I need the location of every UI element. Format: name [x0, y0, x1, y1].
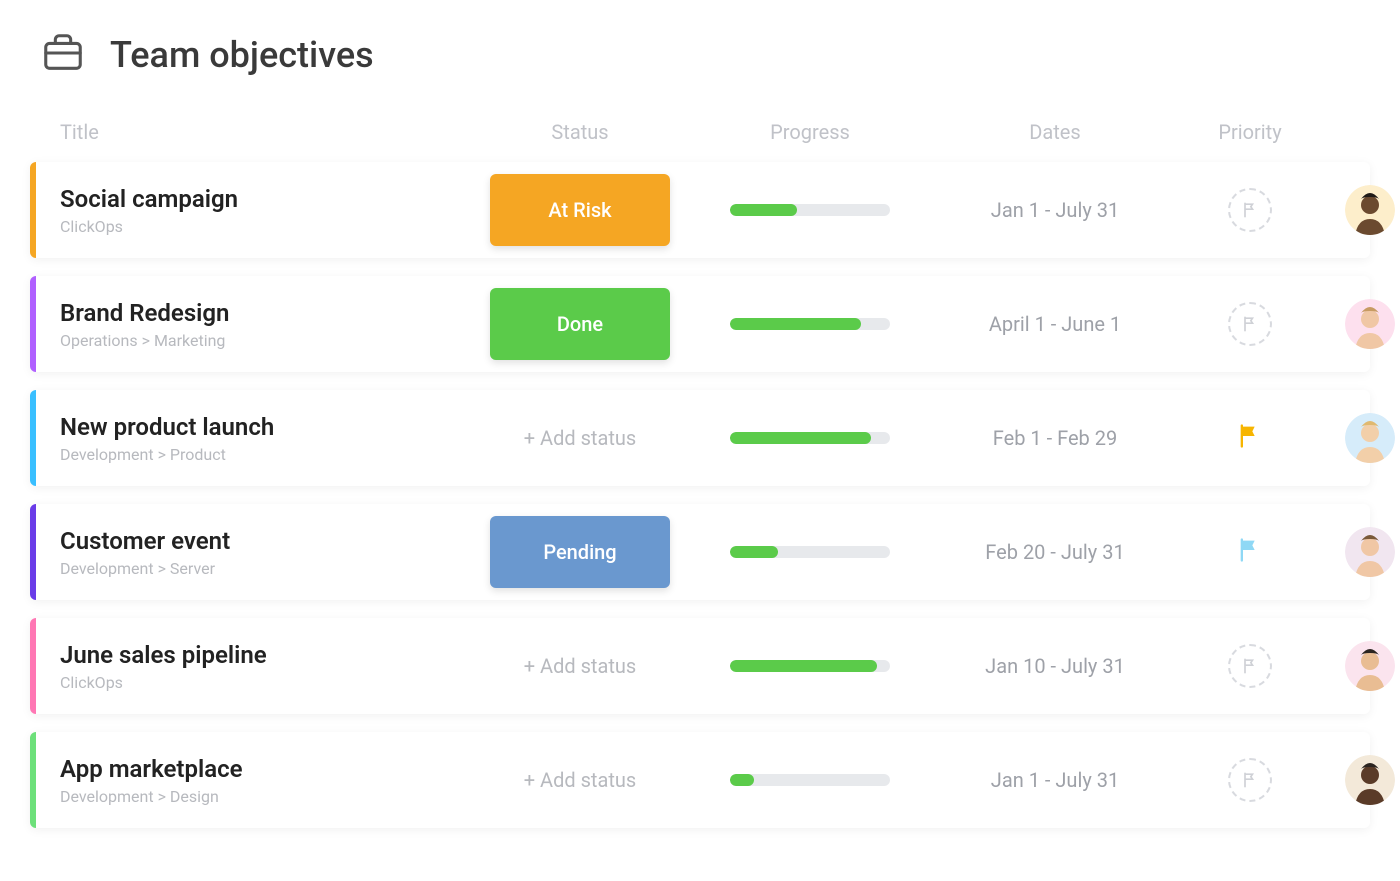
add-status-button[interactable]: + Add status: [524, 426, 637, 450]
avatar[interactable]: [1345, 185, 1395, 235]
status-badge[interactable]: Done: [490, 288, 670, 360]
progress-fill: [730, 774, 754, 786]
title-cell[interactable]: Social campaign ClickOps: [60, 185, 460, 236]
briefcase-icon: [40, 30, 86, 80]
objective-title: Social campaign: [60, 185, 460, 213]
status-cell[interactable]: + Add status: [480, 654, 680, 678]
objective-title: App marketplace: [60, 755, 460, 783]
assignee-cell[interactable]: [1330, 527, 1400, 577]
dates-cell[interactable]: Jan 1 - July 31: [940, 198, 1170, 222]
dates-cell[interactable]: Jan 10 - July 31: [940, 654, 1170, 678]
priority-cell[interactable]: [1190, 188, 1310, 232]
objective-subtitle: Development > Design: [60, 787, 460, 806]
assignee-cell[interactable]: [1330, 185, 1400, 235]
progress-cell[interactable]: [700, 774, 920, 786]
avatar[interactable]: [1345, 641, 1395, 691]
objective-title: June sales pipeline: [60, 641, 460, 669]
col-priority: Priority: [1190, 120, 1310, 144]
progress-cell[interactable]: [700, 318, 920, 330]
assignee-cell[interactable]: [1330, 299, 1400, 349]
priority-flag-icon[interactable]: [1236, 422, 1264, 454]
status-badge[interactable]: At Risk: [490, 174, 670, 246]
objective-row[interactable]: June sales pipeline ClickOps + Add status J…: [30, 618, 1370, 714]
objective-title: Brand Redesign: [60, 299, 460, 327]
progress-bar: [730, 204, 890, 216]
priority-cell[interactable]: [1190, 758, 1310, 802]
objective-row[interactable]: Brand Redesign Operations > Marketing Done…: [30, 276, 1370, 372]
avatar[interactable]: [1345, 413, 1395, 463]
add-status-button[interactable]: + Add status: [524, 768, 637, 792]
progress-bar: [730, 432, 890, 444]
columns-header: Title Status Progress Dates Priority: [30, 120, 1370, 162]
objective-subtitle: Operations > Marketing: [60, 331, 460, 350]
progress-fill: [730, 432, 871, 444]
progress-fill: [730, 318, 861, 330]
objective-subtitle: Development > Server: [60, 559, 460, 578]
col-progress: Progress: [700, 120, 920, 144]
priority-cell[interactable]: [1190, 644, 1310, 688]
page-title: Team objectives: [110, 34, 374, 76]
status-cell[interactable]: + Add status: [480, 768, 680, 792]
objective-row[interactable]: New product launch Development > Product +…: [30, 390, 1370, 486]
assignee-cell[interactable]: [1330, 755, 1400, 805]
progress-bar: [730, 546, 890, 558]
dates-cell[interactable]: Jan 1 - July 31: [940, 768, 1170, 792]
title-cell[interactable]: Brand Redesign Operations > Marketing: [60, 299, 460, 350]
avatar[interactable]: [1345, 527, 1395, 577]
title-cell[interactable]: App marketplace Development > Design: [60, 755, 460, 806]
objective-row[interactable]: Customer event Development > Server Pendin…: [30, 504, 1370, 600]
progress-cell[interactable]: [700, 204, 920, 216]
add-status-button[interactable]: + Add status: [524, 654, 637, 678]
priority-cell[interactable]: [1190, 302, 1310, 346]
title-cell[interactable]: Customer event Development > Server: [60, 527, 460, 578]
objective-row[interactable]: App marketplace Development > Design + Add…: [30, 732, 1370, 828]
dates-cell[interactable]: April 1 - June 1: [940, 312, 1170, 336]
progress-bar: [730, 660, 890, 672]
avatar[interactable]: [1345, 299, 1395, 349]
dates-cell[interactable]: Feb 1 - Feb 29: [940, 426, 1170, 450]
objective-row[interactable]: Social campaign ClickOps At Risk Jan 1 - Ju…: [30, 162, 1370, 258]
objective-title: New product launch: [60, 413, 460, 441]
progress-cell[interactable]: [700, 546, 920, 558]
status-cell[interactable]: At Risk: [480, 174, 680, 246]
progress-fill: [730, 660, 877, 672]
priority-empty-icon[interactable]: [1228, 644, 1272, 688]
objective-subtitle: ClickOps: [60, 673, 460, 692]
page-header: Team objectives: [30, 30, 1370, 80]
progress-cell[interactable]: [700, 660, 920, 672]
progress-bar: [730, 318, 890, 330]
priority-empty-icon[interactable]: [1228, 302, 1272, 346]
status-cell[interactable]: Done: [480, 288, 680, 360]
objective-title: Customer event: [60, 527, 460, 555]
progress-bar: [730, 774, 890, 786]
assignee-cell[interactable]: [1330, 413, 1400, 463]
priority-flag-icon[interactable]: [1236, 536, 1264, 568]
col-title: Title: [60, 120, 460, 144]
progress-fill: [730, 546, 778, 558]
avatar[interactable]: [1345, 755, 1395, 805]
dates-cell[interactable]: Feb 20 - July 31: [940, 540, 1170, 564]
progress-cell[interactable]: [700, 432, 920, 444]
status-cell[interactable]: + Add status: [480, 426, 680, 450]
objective-list: Social campaign ClickOps At Risk Jan 1 - Ju…: [30, 162, 1370, 828]
priority-empty-icon[interactable]: [1228, 758, 1272, 802]
objective-subtitle: Development > Product: [60, 445, 460, 464]
priority-empty-icon[interactable]: [1228, 188, 1272, 232]
col-status: Status: [480, 120, 680, 144]
status-cell[interactable]: Pending: [480, 516, 680, 588]
title-cell[interactable]: June sales pipeline ClickOps: [60, 641, 460, 692]
col-dates: Dates: [940, 120, 1170, 144]
status-badge[interactable]: Pending: [490, 516, 670, 588]
priority-cell[interactable]: [1190, 422, 1310, 454]
priority-cell[interactable]: [1190, 536, 1310, 568]
objective-subtitle: ClickOps: [60, 217, 460, 236]
progress-fill: [730, 204, 797, 216]
title-cell[interactable]: New product launch Development > Product: [60, 413, 460, 464]
assignee-cell[interactable]: [1330, 641, 1400, 691]
